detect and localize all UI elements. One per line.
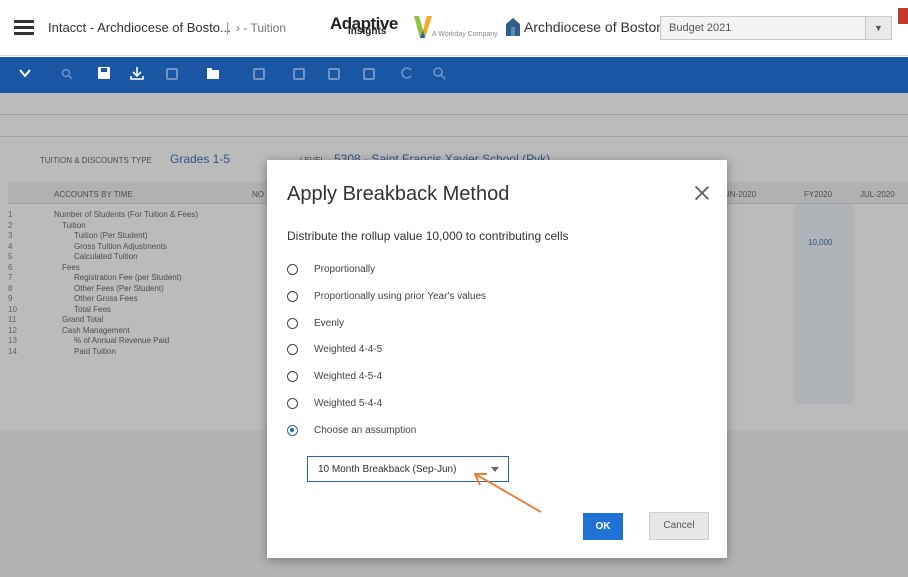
radio-button[interactable] <box>287 398 298 409</box>
option-label: Proportionally using prior Year's values <box>314 291 487 302</box>
option-label: Proportionally <box>314 264 376 275</box>
sheet-action-icon[interactable] <box>325 66 343 84</box>
collapse-chevron-icon[interactable] <box>16 66 34 84</box>
adaptive-insights-logo: Adaptive insights A Workday Company <box>330 14 500 44</box>
logo-sub-text: insights <box>348 26 387 37</box>
close-icon[interactable] <box>693 184 711 202</box>
option-label: Weighted 5-4-4 <box>314 398 383 409</box>
import-icon[interactable] <box>163 66 181 84</box>
breakback-dialog: Apply Breakback Method Distribute the ro… <box>267 160 727 558</box>
assumption-value: 10 Month Breakback (Sep-Jun) <box>318 464 457 475</box>
top-header: Intacct - Archdiocese of Bosto... | › - … <box>0 0 908 56</box>
dialog-title: Apply Breakback Method <box>287 183 510 205</box>
organization-name[interactable]: Archdiocese of Boston <box>524 19 664 35</box>
organization-icon <box>506 18 520 36</box>
ok-button[interactable]: OK <box>583 513 623 540</box>
annotation-arrow-icon <box>473 473 542 513</box>
download-icon[interactable] <box>128 66 146 84</box>
search-small-icon[interactable] <box>58 66 76 84</box>
logo-v-icon <box>414 16 432 38</box>
paste-icon[interactable] <box>290 66 308 84</box>
radio-button-selected[interactable] <box>287 425 298 436</box>
dialog-description: Distribute the rollup value 10,000 to co… <box>287 229 569 243</box>
sheet-edit-icon[interactable] <box>360 66 378 84</box>
sheet-toolbar <box>0 57 908 93</box>
undo-icon[interactable] <box>398 66 416 84</box>
radio-button[interactable] <box>287 371 298 382</box>
option-label: Weighted 4-4-5 <box>314 344 383 355</box>
cancel-button[interactable]: Cancel <box>649 512 709 540</box>
copy-icon[interactable] <box>250 66 268 84</box>
folder-icon[interactable] <box>204 66 222 84</box>
save-icon[interactable] <box>95 66 113 84</box>
title-separator: | <box>226 20 230 35</box>
radio-button[interactable] <box>287 344 298 355</box>
search-icon[interactable] <box>430 66 448 84</box>
option-label: Evenly <box>314 318 345 329</box>
radio-button[interactable] <box>287 318 298 329</box>
sheet-title[interactable]: › - Tuition <box>236 21 286 35</box>
radio-button[interactable] <box>287 264 298 275</box>
app-title[interactable]: Intacct - Archdiocese of Bosto... <box>48 20 231 35</box>
notification-badge[interactable] <box>898 8 908 24</box>
option-label: Choose an assumption <box>314 425 417 436</box>
chevron-down-icon[interactable]: ▼ <box>865 17 891 39</box>
menu-icon[interactable] <box>14 20 34 36</box>
radio-button[interactable] <box>287 291 298 302</box>
logo-tagline: A Workday Company <box>432 31 498 38</box>
version-value: Budget 2021 <box>669 22 732 34</box>
version-selector[interactable]: Budget 2021 ▼ <box>660 16 892 40</box>
option-label: Weighted 4-5-4 <box>314 371 383 382</box>
